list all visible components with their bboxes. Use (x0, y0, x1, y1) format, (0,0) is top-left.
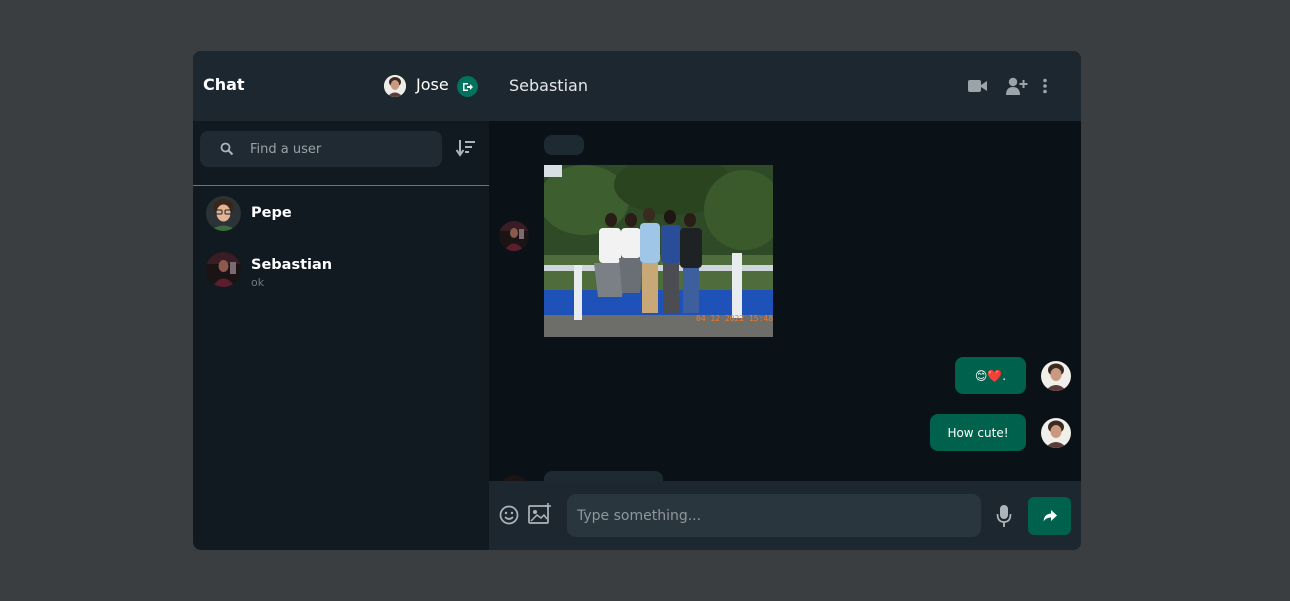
sidebar: Chat Jose Find a user Pepe Sebastian ok (193, 51, 489, 550)
emoji-button[interactable] (499, 505, 519, 529)
current-user-name[interactable]: Jose (416, 75, 449, 94)
contact-name: Sebastian (509, 76, 588, 95)
attach-image-button[interactable] (528, 503, 552, 529)
more-vertical-icon (1043, 78, 1047, 94)
search-section (193, 121, 489, 186)
chat-app: Chat Jose Find a user Pepe Sebastian ok … (193, 51, 1081, 550)
search-input[interactable] (250, 140, 430, 158)
user-list-item[interactable]: Sebastian ok (193, 239, 489, 291)
image-message[interactable]: 04 12 2022 15:48 (544, 165, 773, 337)
send-icon (1043, 510, 1057, 522)
emoji-icon (499, 505, 519, 525)
add-user-button[interactable] (1006, 77, 1028, 99)
chat-header: Sebastian (489, 51, 1081, 121)
outgoing-message: How cute! (930, 414, 1026, 451)
user-avatar (206, 252, 241, 287)
photo-timestamp: 04 12 2022 15:48 (696, 314, 773, 323)
app-title: Chat (203, 75, 245, 94)
menu-button[interactable] (1042, 78, 1048, 98)
contact-avatar (499, 221, 529, 251)
message-bubble (544, 471, 663, 481)
my-avatar (1041, 361, 1071, 391)
current-user-avatar[interactable] (384, 75, 406, 97)
sort-button[interactable] (455, 139, 476, 161)
user-list-item[interactable]: Pepe (193, 187, 489, 239)
voice-message-button[interactable] (996, 504, 1012, 532)
send-button[interactable] (1028, 497, 1071, 535)
search-icon (220, 142, 234, 156)
search-box[interactable] (200, 131, 442, 167)
video-icon (968, 80, 987, 92)
message-input-wrapper[interactable] (567, 494, 981, 537)
mic-icon (996, 505, 1012, 527)
user-name: Sebastian (251, 257, 333, 273)
sidebar-header: Chat Jose (193, 51, 489, 121)
image-icon (528, 503, 551, 524)
my-avatar (1041, 418, 1071, 448)
logout-button[interactable] (457, 76, 478, 97)
user-name: Pepe (251, 205, 292, 221)
message-bubble (544, 135, 584, 155)
message-list[interactable]: 04 12 2022 15:48 😊❤️. How cute! (489, 121, 1081, 481)
logout-icon (462, 82, 473, 91)
sort-icon (455, 140, 475, 157)
user-last-message: ok (251, 276, 265, 289)
message-composer (489, 481, 1081, 550)
message-input[interactable] (577, 506, 967, 526)
user-avatar (206, 196, 241, 231)
chat-panel: Sebastian 04 12 2022 15:48 😊❤️. How cute… (489, 51, 1081, 550)
add-user-icon (1006, 77, 1028, 95)
outgoing-message: 😊❤️. (955, 357, 1026, 394)
video-call-button[interactable] (968, 78, 988, 98)
